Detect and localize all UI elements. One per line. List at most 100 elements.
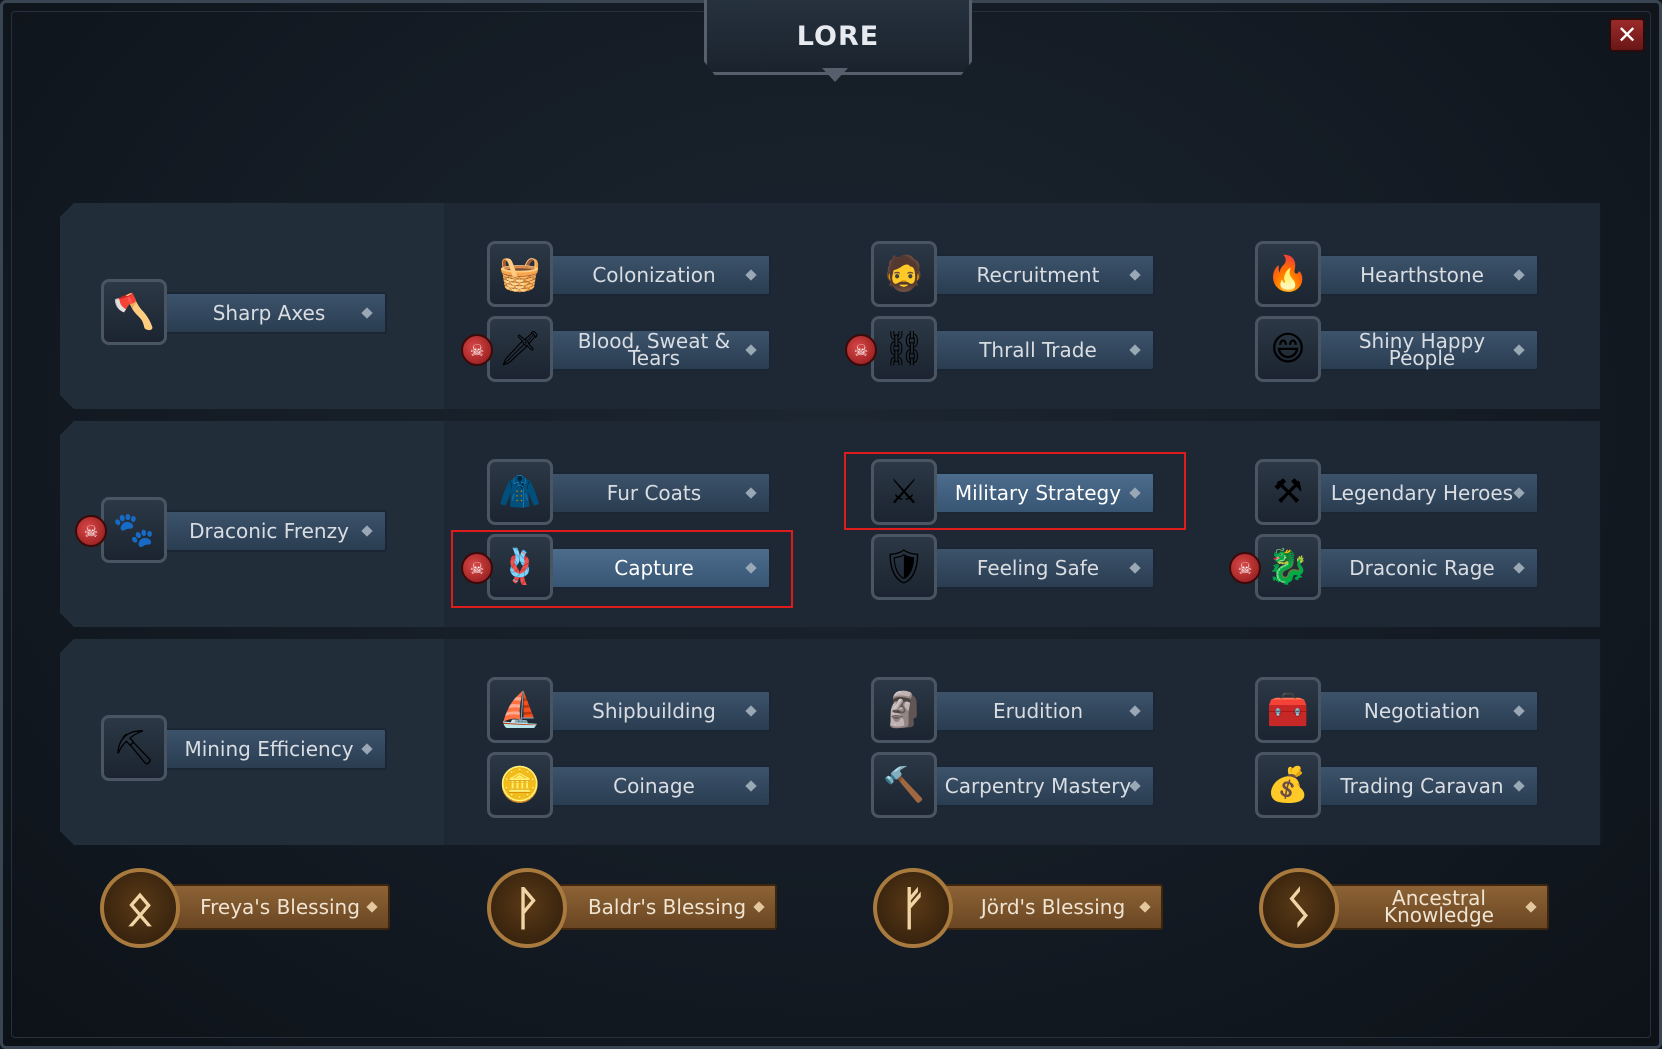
diamond-icon: [1129, 562, 1141, 574]
lore-node-text: Shipbuilding: [592, 698, 716, 723]
lore-node-text: Feeling Safe: [976, 555, 1100, 580]
lore-node-label[interactable]: Trading Caravan: [1311, 765, 1539, 807]
double-axe-icon: ⚒: [1255, 459, 1321, 525]
lore-node-text: Erudition: [992, 698, 1084, 723]
lore-node-label[interactable]: Coinage: [543, 765, 771, 807]
lore-node-coinage[interactable]: 🪙 Coinage: [487, 752, 771, 818]
lore-node-label[interactable]: Negotiation: [1311, 690, 1539, 732]
diamond-icon: [1513, 705, 1525, 717]
lore-node-colonization[interactable]: 🧺 Colonization: [487, 241, 771, 307]
lore-node-label[interactable]: Blood, Sweat & Tears: [543, 329, 771, 371]
lore-node-draconic-frenzy[interactable]: 🐾 ☠ Draconic Frenzy: [75, 497, 387, 563]
lore-node-trading-caravan[interactable]: 💰 Trading Caravan: [1255, 752, 1539, 818]
dagger-icon: 🗡: [487, 316, 553, 382]
lore-node-fur-coats[interactable]: 🧥 Fur Coats: [487, 459, 771, 525]
lore-node-sharp-axes[interactable]: 🪓 Sharp Axes: [101, 279, 387, 345]
lore-node-label[interactable]: Feeling Safe: [927, 547, 1155, 589]
close-icon: ✕: [1616, 21, 1638, 49]
lore-node-text: Hearthstone: [1360, 262, 1484, 287]
hammer-icon: 🔨: [871, 752, 937, 818]
lore-node-label[interactable]: Colonization: [543, 254, 771, 296]
lore-row: 🪓 Sharp Axes 🧺 Colonization 🗡 ☠ Blood, Sweat &…: [60, 203, 1602, 409]
trade-coins-icon: 💰: [1255, 752, 1321, 818]
diamond-icon: [1513, 780, 1525, 792]
blessing-j-rd-s-blessing[interactable]: ᚠ Jörd's Blessing: [873, 868, 1173, 952]
lore-node-label[interactable]: Legendary Heroes: [1311, 472, 1539, 514]
lore-node-thrall-trade[interactable]: ⛓ ☠ Thrall Trade: [845, 316, 1155, 382]
blessing-text: Ancestral Knowledge: [1384, 886, 1494, 927]
diamond-icon: [745, 487, 757, 499]
lore-node-text: Blood, Sweat & Tears: [577, 329, 731, 370]
lore-node-label[interactable]: Hearthstone: [1311, 254, 1539, 296]
lore-node-erudition[interactable]: 🗿 Erudition: [871, 677, 1155, 743]
diamond-icon: [1129, 344, 1141, 356]
lore-node-label[interactable]: Draconic Frenzy: [157, 510, 387, 552]
blessing-label[interactable]: Freya's Blessing: [170, 884, 390, 930]
lore-node-mining-efficiency[interactable]: ⛏ Mining Efficiency: [101, 715, 387, 781]
lore-node-carpentry-mastery[interactable]: 🔨 Carpentry Mastery: [871, 752, 1155, 818]
lore-node-label[interactable]: Thrall Trade: [927, 329, 1155, 371]
lore-node-label[interactable]: Shiny Happy People: [1311, 329, 1539, 371]
lore-node-label[interactable]: Sharp Axes: [157, 292, 387, 334]
blessing-label[interactable]: Jörd's Blessing: [943, 884, 1163, 930]
lore-node-text: Trading Caravan: [1340, 773, 1504, 798]
blessing-text: Baldr's Blessing: [587, 894, 747, 919]
lore-node-label[interactable]: Capture: [543, 547, 771, 589]
lore-node-text: Negotiation: [1363, 698, 1481, 723]
diamond-icon: [1513, 562, 1525, 574]
diamond-icon: [1139, 901, 1151, 913]
axe-icon: 🪓: [101, 279, 167, 345]
lore-node-label[interactable]: Erudition: [927, 690, 1155, 732]
diamond-icon: [366, 901, 378, 913]
red-dragon-badge-icon: ☠: [461, 552, 493, 584]
lore-node-military-strategy[interactable]: ⚔ Military Strategy: [871, 459, 1155, 525]
lore-node-hearthstone[interactable]: 🔥 Hearthstone: [1255, 241, 1539, 307]
sowilo-rune-icon: ᛊ: [1259, 868, 1339, 948]
blessing-text: Jörd's Blessing: [980, 894, 1126, 919]
lore-node-text: Recruitment: [976, 262, 1100, 287]
blessing-freya-s-blessing[interactable]: ᛟ Freya's Blessing: [100, 868, 400, 952]
lore-node-legendary-heroes[interactable]: ⚒ Legendary Heroes: [1255, 459, 1539, 525]
diamond-icon: [1513, 487, 1525, 499]
lore-node-label[interactable]: Carpentry Mastery: [927, 765, 1155, 807]
lore-node-text: Military Strategy: [954, 480, 1122, 505]
lore-node-label[interactable]: Recruitment: [927, 254, 1155, 296]
lore-node-shipbuilding[interactable]: ⛵ Shipbuilding: [487, 677, 771, 743]
blessing-ancestral-knowledge[interactable]: ᛊ Ancestral Knowledge: [1259, 868, 1559, 952]
red-dragon-badge-icon: ☠: [75, 515, 107, 547]
lore-node-draconic-rage[interactable]: 🐉 ☠ Draconic Rage: [1229, 534, 1539, 600]
lore-node-feeling-safe[interactable]: 🛡 Feeling Safe: [871, 534, 1155, 600]
lore-node-text: Draconic Rage: [1349, 555, 1495, 580]
lore-node-label[interactable]: Mining Efficiency: [157, 728, 387, 770]
lore-node-label[interactable]: Military Strategy: [927, 472, 1155, 514]
lore-node-shiny-happy-people[interactable]: 😄 Shiny Happy People: [1255, 316, 1539, 382]
title-plate: LORE: [704, 0, 972, 75]
lore-node-capture[interactable]: 🪢 ☠ Capture: [461, 534, 771, 600]
fire-icon: 🔥: [1255, 241, 1321, 307]
blessing-label[interactable]: Baldr's Blessing: [557, 884, 777, 930]
shackles-icon: ⛓: [871, 316, 937, 382]
close-button[interactable]: ✕: [1609, 18, 1645, 52]
lore-node-label[interactable]: Draconic Rage: [1311, 547, 1539, 589]
lore-node-text: Fur Coats: [606, 480, 702, 505]
lore-node-text: Capture: [614, 555, 694, 580]
lore-node-negotiation[interactable]: 🧰 Negotiation: [1255, 677, 1539, 743]
lore-row: 🐾 ☠ Draconic Frenzy 🧥 Fur Coats 🪢 ☠ Capture ⚔ Mil…: [60, 421, 1602, 627]
blessing-label[interactable]: Ancestral Knowledge: [1329, 884, 1549, 930]
diamond-icon: [361, 743, 373, 755]
capture-icon: 🪢: [487, 534, 553, 600]
dragon-warrior-icon: 🐉: [1255, 534, 1321, 600]
runestone-icon: 🗿: [871, 677, 937, 743]
pickaxe-icon: ⛏: [101, 715, 167, 781]
fur-icon: 🧥: [487, 459, 553, 525]
lore-node-blood-sweat-tears[interactable]: 🗡 ☠ Blood, Sweat & Tears: [461, 316, 771, 382]
lore-node-label[interactable]: Shipbuilding: [543, 690, 771, 732]
lore-node-text: Sharp Axes: [212, 300, 326, 325]
lore-node-recruitment[interactable]: 🧔 Recruitment: [871, 241, 1155, 307]
blessing-baldr-s-blessing[interactable]: ᚹ Baldr's Blessing: [487, 868, 787, 952]
diamond-icon: [361, 525, 373, 537]
lore-node-label[interactable]: Fur Coats: [543, 472, 771, 514]
lore-node-text: Mining Efficiency: [184, 736, 354, 761]
lore-node-text: Draconic Frenzy: [189, 518, 349, 543]
diamond-icon: [361, 307, 373, 319]
